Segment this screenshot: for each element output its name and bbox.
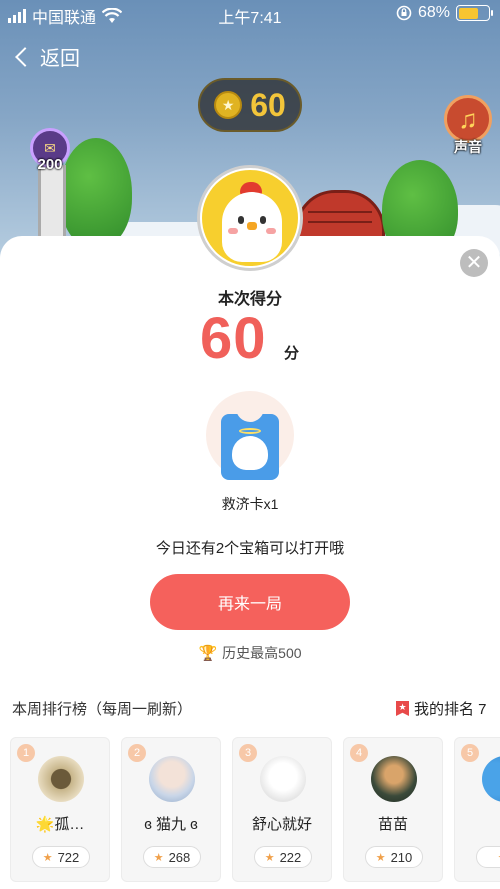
player-score-pill: ★ 268 bbox=[143, 846, 201, 868]
battery-level bbox=[458, 7, 479, 19]
leaderboard-card[interactable]: 3 舒心就好 ★ 222 bbox=[232, 737, 332, 882]
trophy-icon: 🏆 bbox=[198, 645, 218, 662]
rank-number: 3 bbox=[239, 744, 257, 762]
history-best: 🏆 历史最高500 bbox=[0, 643, 500, 663]
back-button[interactable]: 返回 bbox=[15, 42, 80, 71]
rank-number: 2 bbox=[128, 744, 146, 762]
close-icon: ✕ bbox=[465, 252, 483, 274]
leaderboard-card[interactable]: 4 苗苗 ★ 210 bbox=[343, 737, 443, 882]
leaderboard-card[interactable]: 2 ɞ 猫九 ɞ ★ 268 bbox=[121, 737, 221, 882]
battery-icon bbox=[456, 5, 493, 21]
play-again-button[interactable]: 再来一局 bbox=[150, 574, 350, 630]
star-icon: ★ bbox=[375, 851, 386, 864]
player-name: 🌟孤… bbox=[35, 816, 85, 833]
star-icon: ★ bbox=[42, 851, 53, 864]
reward-label: 救济卡x1 bbox=[221, 496, 279, 512]
avatar bbox=[371, 756, 417, 802]
leaderboard-card[interactable]: 1 🌟孤… ★ 722 bbox=[10, 737, 110, 882]
leaderboard-list[interactable]: 1 🌟孤… ★ 722 2 ɞ 猫九 ɞ ★ 268 3 舒心就好 ★ 222 … bbox=[10, 737, 500, 882]
sound-button[interactable]: ♫ bbox=[444, 95, 492, 143]
player-score-pill: ★ 222 bbox=[254, 846, 312, 868]
player-name: ɞ 猫九 ɞ bbox=[144, 816, 198, 833]
sound-label: 声音 bbox=[454, 139, 482, 155]
history-best-label: 历史最高500 bbox=[222, 645, 302, 661]
badge-value: 200 bbox=[37, 156, 63, 173]
my-rank-link[interactable]: ★ 我的排名 7 bbox=[396, 698, 487, 719]
chevron-left-icon bbox=[15, 46, 35, 67]
score-value: 60 bbox=[200, 306, 267, 371]
battery-percent: 68% bbox=[417, 4, 450, 21]
tree-left bbox=[60, 138, 132, 248]
rank-number: 4 bbox=[350, 744, 368, 762]
player-score-pill: ★ 722 bbox=[32, 846, 90, 868]
avatar bbox=[482, 756, 500, 802]
my-rank-label: 我的排名 7 bbox=[414, 701, 487, 718]
leaderboard-title: 本周排行榜（每周一刷新） bbox=[12, 701, 193, 718]
player-score: 222 bbox=[279, 849, 302, 865]
avatar bbox=[38, 756, 84, 802]
rescue-card-icon bbox=[221, 414, 279, 480]
score-unit: 分 bbox=[284, 345, 300, 362]
back-label: 返回 bbox=[40, 48, 80, 70]
star-icon: ★ bbox=[153, 851, 164, 864]
coin-icon: ★ bbox=[214, 91, 243, 119]
avatar bbox=[149, 756, 195, 802]
player-score-pill: ★ 210 bbox=[365, 846, 423, 868]
rank-number: 1 bbox=[17, 744, 35, 762]
coin-score: 60 bbox=[250, 86, 286, 123]
rank-flag-icon: ★ bbox=[396, 701, 409, 716]
player-name: 舒心就好 bbox=[251, 816, 312, 833]
music-note-icon: ♫ bbox=[458, 103, 478, 134]
player-score: 210 bbox=[390, 849, 413, 865]
player-avatar bbox=[197, 165, 303, 271]
player-score: 268 bbox=[168, 849, 191, 865]
star-icon: ★ bbox=[264, 851, 275, 864]
close-button[interactable]: ✕ bbox=[460, 249, 488, 277]
status-bar: 中国联通 上午7:41 68% bbox=[0, 0, 500, 28]
chest-message: 今日还有2个宝箱可以打开哦 bbox=[155, 540, 345, 557]
player-score: 722 bbox=[57, 849, 80, 865]
player-name: 苗苗 bbox=[377, 816, 408, 833]
leaderboard-card[interactable]: 5 ★ bbox=[454, 737, 500, 882]
chick-mascot-icon bbox=[202, 170, 298, 266]
rotation-lock-icon bbox=[396, 5, 412, 21]
coin-score-pill: ★ 60 bbox=[198, 78, 302, 132]
avatar bbox=[260, 756, 306, 802]
rank-number: 5 bbox=[461, 744, 479, 762]
player-score-pill: ★ bbox=[476, 846, 500, 868]
